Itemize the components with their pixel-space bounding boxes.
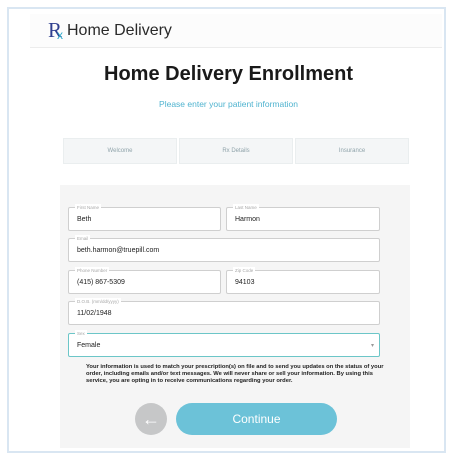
email-field[interactable]: Email beth.harmon@truepill.com bbox=[68, 235, 380, 262]
dob-label: D.O.B. (mm/dd/yyyy) bbox=[75, 298, 121, 305]
sex-select[interactable]: Sex Female ▾ bbox=[68, 330, 380, 357]
phone-value: (415) 867-5309 bbox=[77, 279, 125, 286]
sex-label: Sex bbox=[75, 330, 87, 337]
step-rx-details[interactable]: Rx Details bbox=[179, 138, 293, 164]
first-name-label: First Name bbox=[75, 204, 102, 211]
zip-label: Zip Code bbox=[233, 267, 256, 274]
last-name-value: Harmon bbox=[235, 216, 260, 223]
back-button[interactable]: ← bbox=[135, 403, 167, 435]
email-label: Email bbox=[75, 235, 91, 242]
main-content: Home Delivery Enrollment Please enter yo… bbox=[45, 48, 412, 448]
page-subtitle: Please enter your patient information bbox=[159, 99, 298, 109]
step-tabs: Welcome Rx Details Insurance bbox=[63, 138, 409, 164]
zip-value: 94103 bbox=[235, 279, 255, 286]
page-title: Home Delivery Enrollment bbox=[104, 63, 353, 85]
privacy-disclaimer: Your information is used to match your p… bbox=[86, 364, 384, 385]
sex-value: Female bbox=[77, 342, 101, 349]
last-name-label: Last Name bbox=[233, 204, 259, 211]
brand-name: Home Delivery bbox=[67, 21, 172, 39]
step-welcome[interactable]: Welcome bbox=[63, 138, 177, 164]
email-value: beth.harmon@truepill.com bbox=[77, 247, 160, 254]
arrow-left-icon: ← bbox=[142, 408, 160, 429]
dob-field[interactable]: D.O.B. (mm/dd/yyyy) 11/02/1948 bbox=[68, 298, 380, 325]
first-name-value: Beth bbox=[77, 216, 92, 223]
rx-logo-icon: Rx bbox=[48, 17, 63, 42]
continue-button[interactable]: Continue bbox=[176, 403, 337, 435]
app-header: Rx Home Delivery bbox=[30, 14, 442, 48]
step-insurance[interactable]: Insurance bbox=[295, 138, 409, 164]
zip-field[interactable]: Zip Code 94103 bbox=[226, 267, 380, 294]
first-name-field[interactable]: First Name Beth bbox=[68, 204, 221, 231]
last-name-field[interactable]: Last Name Harmon bbox=[226, 204, 380, 231]
phone-label: Phone Number bbox=[75, 267, 110, 274]
chevron-down-icon: ▾ bbox=[370, 343, 374, 349]
phone-field[interactable]: Phone Number (415) 867-5309 bbox=[68, 267, 221, 294]
dob-value: 11/02/1948 bbox=[77, 310, 112, 317]
